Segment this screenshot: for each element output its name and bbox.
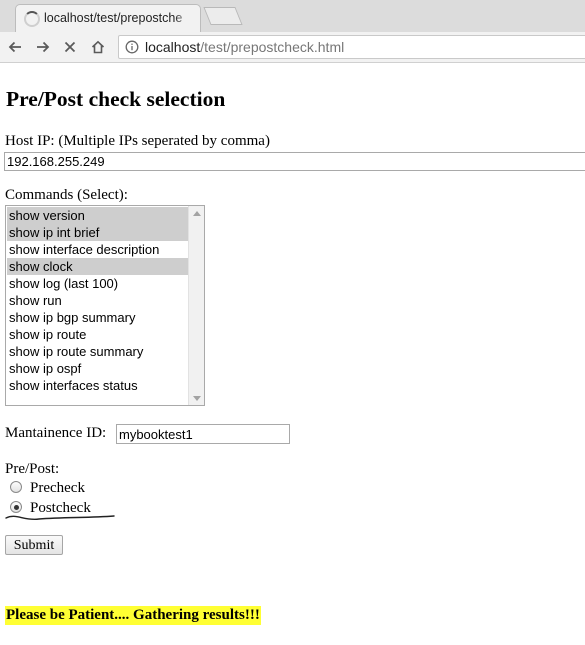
handwritten-underline (5, 515, 115, 521)
status-message: Please be Patient.... Gathering results!… (5, 606, 261, 625)
browser-tab[interactable]: localhost/test/prepostche (15, 4, 201, 32)
back-button[interactable] (3, 35, 27, 59)
pre-post-label: Pre/Post: (5, 461, 60, 477)
url-path: /test/prepostcheck.html (200, 39, 345, 55)
command-option[interactable]: show ip route summary (7, 343, 188, 360)
scroll-down-arrow[interactable] (189, 391, 204, 405)
url-text: localhost/test/prepostcheck.html (145, 39, 344, 55)
commands-scrollbar[interactable] (188, 206, 204, 405)
page-title: Pre/Post check selection (6, 87, 226, 111)
commands-label: Commands (Select): (5, 187, 128, 203)
page-content: Pre/Post check selection Host IP: (Multi… (0, 63, 585, 645)
command-option[interactable]: show log (last 100) (7, 275, 188, 292)
info-icon[interactable] (125, 40, 139, 54)
commands-listbox[interactable]: show interfaces status show ip ospf show i… (5, 205, 205, 406)
scroll-down-icon (192, 395, 201, 401)
stop-x-icon (64, 41, 76, 53)
command-option[interactable]: show ip route (7, 326, 188, 343)
command-option[interactable]: show version (7, 207, 188, 224)
back-arrow-icon (8, 41, 21, 53)
stop-button[interactable] (58, 35, 82, 59)
maintenance-id-label: Mantainence ID: (5, 425, 107, 441)
scroll-thumb[interactable] (191, 221, 202, 373)
command-option[interactable]: show ip bgp summary (7, 309, 188, 326)
precheck-label[interactable]: Precheck (30, 480, 85, 497)
submit-button[interactable]: Submit (5, 535, 63, 555)
tab-strip: localhost/test/prepostche (0, 0, 585, 33)
loading-spinner-icon (24, 11, 40, 27)
command-option[interactable]: show clock (7, 258, 188, 275)
forward-arrow-icon (37, 41, 50, 53)
command-option[interactable]: show interfaces status (7, 377, 188, 394)
scroll-up-arrow[interactable] (189, 206, 204, 220)
command-option[interactable]: show run (7, 292, 188, 309)
new-tab-button[interactable] (203, 7, 243, 25)
host-ip-input[interactable] (4, 152, 585, 171)
command-option[interactable]: show interface description (7, 241, 188, 258)
home-icon (91, 40, 105, 54)
command-option[interactable]: show ip int brief (7, 224, 188, 241)
command-option[interactable]: show ip ospf (7, 360, 188, 377)
browser-toolbar: localhost/test/prepostcheck.html (0, 32, 585, 63)
scroll-up-icon (192, 210, 201, 216)
address-bar[interactable]: localhost/test/prepostcheck.html (118, 35, 585, 59)
host-ip-label: Host IP: (Multiple IPs seperated by comm… (5, 133, 270, 149)
precheck-radio[interactable] (10, 481, 22, 493)
url-host: localhost (145, 39, 201, 55)
home-button[interactable] (86, 35, 110, 59)
tab-title: localhost/test/prepostche (44, 11, 183, 25)
maintenance-id-input[interactable] (116, 424, 290, 444)
forward-button[interactable] (31, 35, 55, 59)
